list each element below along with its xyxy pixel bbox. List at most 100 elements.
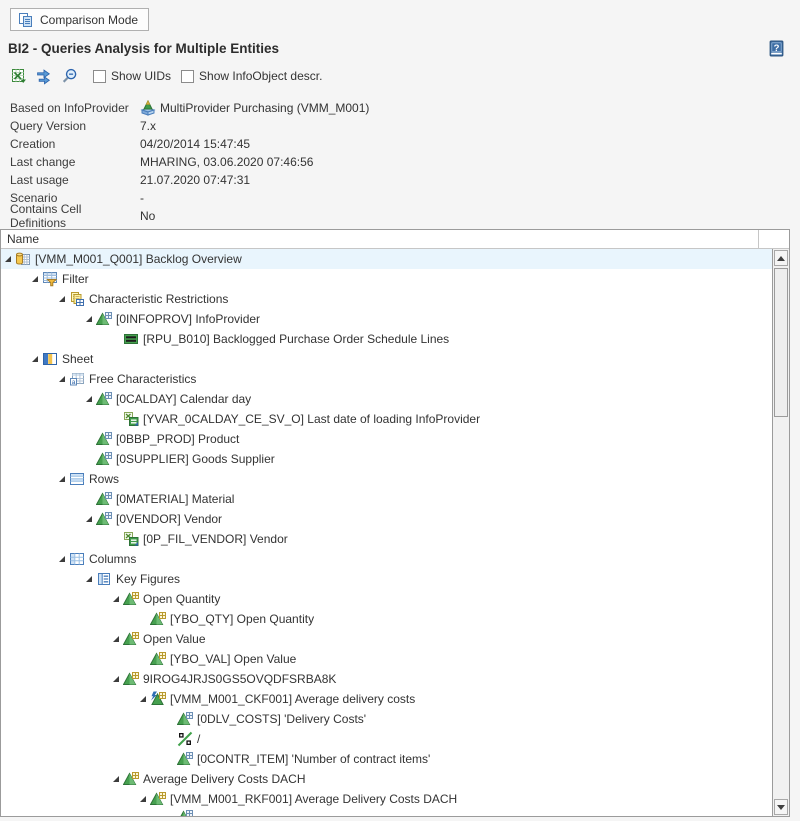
multiprovider-icon — [140, 100, 156, 116]
detail-value: No — [140, 209, 155, 223]
tree-rows-container: [VMM_M001_Q001] Backlog OverviewFilter Ch… — [1, 249, 772, 816]
detail-value: MultiProvider Purchasing (VMM_M001) — [140, 100, 369, 116]
expand-collapse-arrow-icon[interactable] — [82, 574, 96, 584]
tree-item-label: 9IROG4JRJS0GS5OVQDFSRBA8K — [139, 672, 336, 686]
characteristic-icon — [96, 511, 112, 527]
tree-item-label: [RPU_B010] Backlogged Purchase Order Sch… — [139, 332, 449, 346]
expand-collapse-arrow-icon[interactable] — [136, 694, 150, 704]
tree-row[interactable]: [0DLV_COSTS] 'Delivery Costs' — [1, 709, 772, 729]
tree-row[interactable]: Filter — [1, 269, 772, 289]
filter-icon — [42, 271, 58, 287]
tree-row[interactable]: Open Quantity — [1, 589, 772, 609]
characteristic-icon — [96, 311, 112, 327]
tree-item-label: [YBO_QTY] Open Quantity — [166, 612, 314, 626]
tree-row[interactable]: 9IROG4JRJS0GS5OVQDFSRBA8K — [1, 669, 772, 689]
tree-item-label: [0DLV_COSTS] 'Delivery Costs' — [193, 712, 366, 726]
tree-row[interactable]: [YBO_VAL] Open Value — [1, 649, 772, 669]
expand-collapse-arrow-icon[interactable] — [109, 674, 123, 684]
expand-collapse-arrow-icon[interactable] — [55, 294, 69, 304]
tree-row[interactable]: [0VENDOR] Vendor — [1, 509, 772, 529]
tree-item-label: [0BBP_PROD] Product — [112, 432, 239, 446]
scrollbar-thumb[interactable] — [774, 268, 788, 417]
expand-collapse-arrow-icon[interactable] — [82, 514, 96, 524]
show-infoobject-label: Show InfoObject descr. — [199, 69, 322, 83]
tree-item-label: [0INFOPROV] InfoProvider — [112, 312, 260, 326]
expand-collapse-arrow-icon[interactable] — [82, 394, 96, 404]
expand-collapse-arrow-icon[interactable] — [55, 474, 69, 484]
expand-collapse-arrow-icon[interactable] — [109, 594, 123, 604]
tree-row[interactable]: [0INFOPROV] InfoProvider — [1, 309, 772, 329]
tree-row[interactable]: Rows — [1, 469, 772, 489]
tree-row[interactable]: [0SUPPLIER] Goods Supplier — [1, 449, 772, 469]
excel-export-icon[interactable] — [10, 67, 28, 85]
key-figures-icon — [96, 571, 112, 587]
tree-row[interactable]: Sheet — [1, 349, 772, 369]
calculated-key-figure-icon — [150, 691, 166, 707]
header-spacer-cell — [758, 230, 789, 248]
transfer-arrows-icon[interactable] — [35, 67, 53, 85]
detail-label: Last change — [10, 155, 140, 169]
svg-text:?: ? — [774, 43, 780, 54]
tree-row[interactable]: Open Value — [1, 629, 772, 649]
show-infoobject-checkbox[interactable] — [181, 70, 194, 83]
tree-item-label: Key Figures — [112, 572, 180, 586]
scroll-down-button[interactable] — [774, 799, 788, 815]
search-magnifier-icon[interactable] — [60, 67, 78, 85]
tree-row[interactable]: [YBO_QTY] Open Quantity — [1, 609, 772, 629]
tree-row[interactable]: Average Delivery Costs DACH — [1, 769, 772, 789]
tree-row[interactable]: [YVAR_0CALDAY_CE_SV_O] Last date of load… — [1, 409, 772, 429]
tree-item-label: Open Value — [139, 632, 206, 646]
expand-collapse-arrow-icon[interactable] — [28, 274, 42, 284]
detail-label: Query Version — [10, 119, 140, 133]
tree-row[interactable]: Characteristic Restrictions — [1, 289, 772, 309]
expand-collapse-arrow-icon[interactable] — [1, 254, 15, 264]
detail-value-text: 21.07.2020 07:47:31 — [140, 173, 250, 187]
tree-item-label: Free Characteristics — [85, 372, 196, 386]
help-book-icon[interactable]: ? — [768, 40, 786, 58]
operator-icon — [177, 731, 193, 747]
query-tree-panel: Name [VMM_M001_Q001] Backlog OverviewFil… — [0, 229, 790, 817]
page-title: BI2 - Queries Analysis for Multiple Enti… — [8, 41, 279, 56]
scroll-up-button[interactable] — [774, 250, 788, 266]
expand-collapse-arrow-icon[interactable] — [55, 554, 69, 564]
expand-collapse-arrow-icon[interactable] — [82, 314, 96, 324]
tree-item-label: [0CALDAY] Calendar day — [112, 392, 251, 406]
detail-value: - — [140, 191, 144, 205]
comparison-mode-button[interactable]: Comparison Mode — [10, 8, 149, 31]
vertical-scrollbar[interactable] — [772, 249, 789, 816]
tree-row[interactable]: [0CALDAY] Calendar day — [1, 389, 772, 409]
tree-row[interactable] — [1, 809, 772, 816]
show-uids-checkbox[interactable] — [93, 70, 106, 83]
key-figure-icon — [150, 651, 166, 667]
detail-value-text: MultiProvider Purchasing (VMM_M001) — [160, 101, 369, 115]
key-figure-icon — [123, 631, 139, 647]
detail-value-text: 04/20/2014 15:47:45 — [140, 137, 250, 151]
tree-row[interactable]: / — [1, 729, 772, 749]
detail-row: Contains Cell DefinitionsNo — [10, 207, 369, 225]
expand-collapse-arrow-icon[interactable] — [109, 774, 123, 784]
sheet-icon — [42, 351, 58, 367]
tree-row[interactable]: [VMM_M001_RKF001] Average Delivery Costs… — [1, 789, 772, 809]
tree-row[interactable]: [VMM_M001_CKF001] Average delivery costs — [1, 689, 772, 709]
tree-row[interactable]: Columns — [1, 549, 772, 569]
tree-row[interactable]: [RPU_B010] Backlogged Purchase Order Sch… — [1, 329, 772, 349]
tree-row[interactable]: [VMM_M001_Q001] Backlog Overview — [1, 249, 772, 269]
expand-collapse-arrow-icon[interactable] — [28, 354, 42, 364]
tree-row[interactable]: [0CONTR_ITEM] 'Number of contract items' — [1, 749, 772, 769]
tree-row[interactable]: Key Figures — [1, 569, 772, 589]
tree-row[interactable]: aFree Characteristics — [1, 369, 772, 389]
tree-item-label: Characteristic Restrictions — [85, 292, 228, 306]
expand-collapse-arrow-icon[interactable] — [136, 794, 150, 804]
tree-row[interactable]: [0P_FIL_VENDOR] Vendor — [1, 529, 772, 549]
tree-row[interactable]: [0MATERIAL] Material — [1, 489, 772, 509]
expand-collapse-arrow-icon[interactable] — [55, 374, 69, 384]
tree-item-label: Open Quantity — [139, 592, 220, 606]
detail-label: Last usage — [10, 173, 140, 187]
detail-value-text: 7.x — [140, 119, 156, 133]
expand-collapse-arrow-icon[interactable] — [109, 634, 123, 644]
show-uids-group: Show UIDs — [93, 69, 171, 83]
tree-row[interactable]: [0BBP_PROD] Product — [1, 429, 772, 449]
characteristic-icon — [96, 451, 112, 467]
rows-icon — [69, 471, 85, 487]
tree-item-label: [0MATERIAL] Material — [112, 492, 234, 506]
